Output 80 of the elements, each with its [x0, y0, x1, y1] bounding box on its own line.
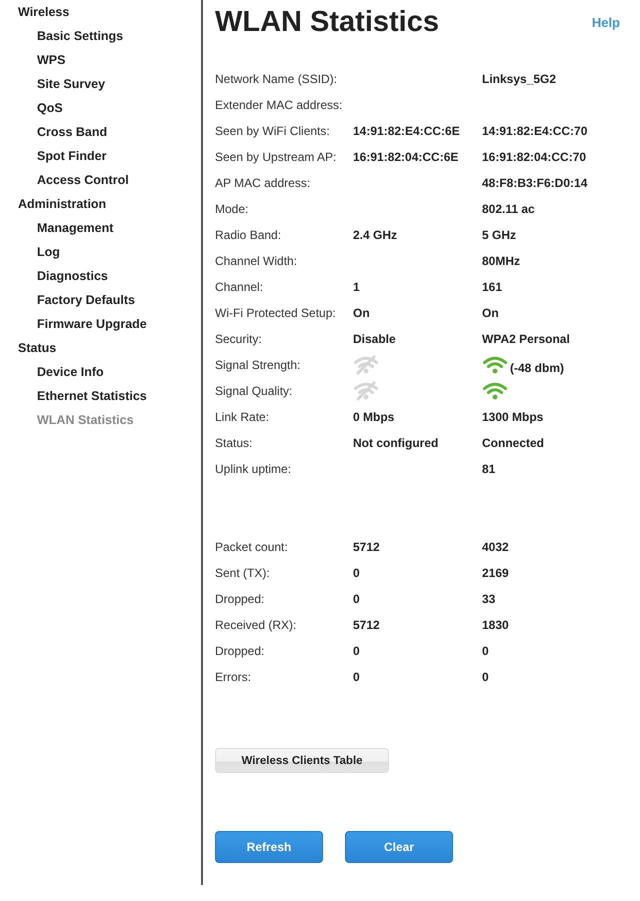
field-value: WPA2 Personal: [482, 332, 570, 346]
field-value: 33: [482, 592, 496, 606]
field-value: 81: [482, 462, 496, 476]
field-value: 161: [482, 280, 502, 294]
field-value: 48:F8:B3:F6:D0:14: [482, 176, 588, 190]
field-value: 16:91:82:04:CC:6E: [353, 150, 458, 164]
field-value: Disable: [353, 332, 396, 346]
no-signal-icon: [353, 355, 379, 375]
sidebar-item[interactable]: Basic Settings: [0, 26, 201, 50]
field-value: Not configured: [353, 436, 438, 450]
sidebar-item[interactable]: Factory Defaults: [0, 290, 201, 314]
sidebar-item[interactable]: QoS: [0, 98, 201, 122]
field-value: 0: [353, 566, 360, 580]
sidebar-heading[interactable]: Status: [0, 338, 201, 362]
field-value: 14:91:82:E4:CC:6E: [353, 124, 460, 138]
field-value: 5712: [353, 618, 380, 632]
field-value: 14:91:82:E4:CC:70: [482, 124, 588, 138]
field-label: Received (RX):: [215, 618, 298, 632]
sidebar-item[interactable]: Ethernet Statistics: [0, 386, 201, 410]
field-label: Sent (TX):: [215, 566, 271, 580]
field-label: Seen by WiFi Clients:: [215, 124, 331, 138]
sidebar-heading[interactable]: Administration: [0, 194, 201, 218]
field-label: Mode:: [215, 202, 250, 216]
field-value: 0: [353, 592, 360, 606]
no-signal-icon: [353, 381, 379, 401]
field-label: Dropped:: [215, 644, 266, 658]
sidebar-item[interactable]: Cross Band: [0, 122, 201, 146]
field-value: 1300 Mbps: [482, 410, 544, 424]
field-label: Status:: [215, 436, 254, 450]
field-value: Linksys_5G2: [482, 72, 556, 86]
field-value: 0 Mbps: [353, 410, 394, 424]
field-value: 0: [353, 670, 360, 684]
sidebar-item[interactable]: Device Info: [0, 362, 201, 386]
field-value: 2.4 GHz: [353, 228, 398, 242]
sidebar-item[interactable]: Spot Finder: [0, 146, 201, 170]
wireless-clients-table-button[interactable]: Wireless Clients Table: [215, 748, 389, 773]
field-value: On: [482, 306, 499, 320]
field-label: Link Rate:: [215, 410, 270, 424]
sidebar-item[interactable]: WLAN Statistics: [0, 410, 201, 434]
field-value: 0: [482, 644, 489, 658]
field-label: Radio Band:: [215, 228, 282, 242]
field-value: On: [353, 306, 370, 320]
field-label: Security:: [215, 332, 263, 346]
sidebar-heading[interactable]: Wireless: [0, 2, 201, 26]
field-value: 1: [353, 280, 360, 294]
field-label: Signal Strength:: [215, 358, 302, 372]
field-label: Seen by Upstream AP:: [215, 150, 338, 164]
field-label: Extender MAC address:: [215, 98, 344, 112]
sidebar-item[interactable]: Access Control: [0, 170, 201, 194]
sidebar-item[interactable]: WPS: [0, 50, 201, 74]
field-label: AP MAC address:: [215, 176, 312, 190]
field-label: Network Name (SSID):: [215, 72, 338, 86]
field-value: 802.11 ac: [482, 202, 535, 216]
field-label: Signal Quality:: [215, 384, 294, 398]
field-value: 4032: [482, 540, 509, 554]
field-value: 5712: [353, 540, 380, 554]
sidebar-item[interactable]: Site Survey: [0, 74, 201, 98]
field-label: Uplink uptime:: [215, 462, 292, 476]
field-label: Wi-Fi Protected Setup:: [215, 306, 337, 320]
field-label: Channel:: [215, 280, 264, 294]
field-value: 0: [353, 644, 360, 658]
sidebar-item[interactable]: Management: [0, 218, 201, 242]
field-value: 80MHz: [482, 254, 520, 268]
field-value: 2169: [482, 566, 509, 580]
wifi-signal-icon: [482, 381, 508, 401]
sidebar-item[interactable]: Log: [0, 242, 201, 266]
field-value: 1830: [482, 618, 509, 632]
field-label: Errors:: [215, 670, 252, 684]
field-label: Dropped:: [215, 592, 266, 606]
field-value: 5 GHz: [482, 228, 516, 242]
wifi-signal-icon: [482, 355, 508, 375]
sidebar-item[interactable]: Firmware Upgrade: [0, 314, 201, 338]
field-value: 16:91:82:04:CC:70: [482, 150, 586, 164]
sidebar-item[interactable]: Diagnostics: [0, 266, 201, 290]
page-title: WLAN Statistics: [215, 5, 439, 40]
field-label: Channel Width:: [215, 254, 298, 268]
signal-reading: (-48 dbm): [510, 361, 564, 375]
field-value: 0: [482, 670, 489, 684]
field-label: Packet count:: [215, 540, 289, 554]
field-value: Connected: [482, 436, 544, 450]
